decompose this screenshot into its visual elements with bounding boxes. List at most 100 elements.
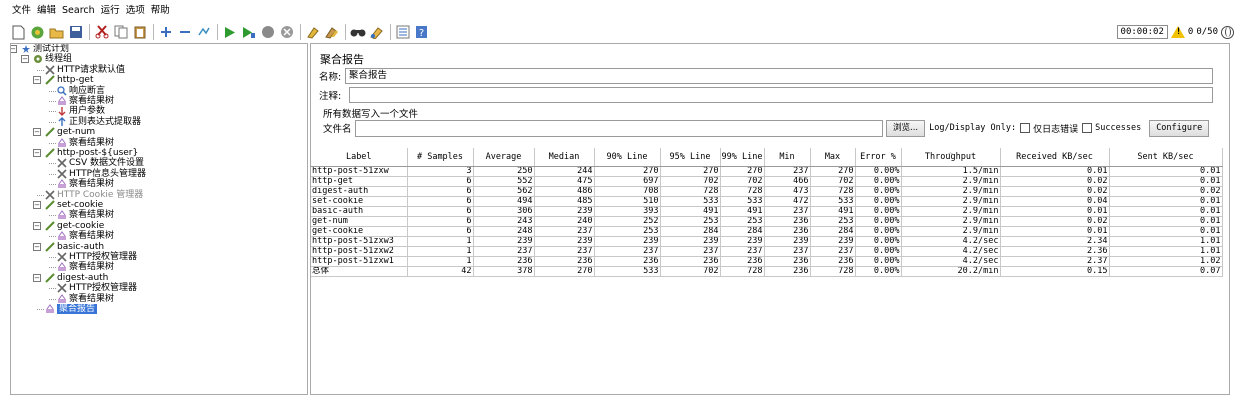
menu-search[interactable]: Search <box>62 0 95 21</box>
tree-node[interactable]: HTTP信息头管理器 <box>57 169 146 179</box>
cut-icon[interactable] <box>93 24 110 41</box>
tree-node[interactable]: set-cookie <box>45 200 103 210</box>
tree-node[interactable]: 正则表达式提取器 <box>57 117 141 127</box>
tree-toggle[interactable]: − <box>33 273 41 282</box>
tree-node[interactable]: HTTP授权管理器 <box>57 252 137 262</box>
table-row[interactable]: http-post-51zxw3 1 239 239 239 239 239 239 239 0.… <box>311 236 1223 247</box>
remote-globe-icon[interactable] <box>1221 25 1234 39</box>
tree-node[interactable]: 察看结果树 <box>57 179 114 189</box>
table-row[interactable]: basic-auth 6 306 239 393 491 491 237 491 0.00% 2.9… <box>311 206 1223 217</box>
tree-node[interactable]: 聚合报告 <box>45 304 98 314</box>
table-cell: 237 <box>660 246 721 257</box>
clear-icon[interactable] <box>304 24 321 41</box>
tree-node[interactable]: HTTP Cookie 管理器 <box>45 190 143 200</box>
column-header[interactable]: 99% Line <box>720 148 765 167</box>
tree-node[interactable]: 响应断言 <box>57 86 105 96</box>
tree-toggle[interactable]: − <box>33 76 41 85</box>
column-header[interactable]: Median <box>534 148 595 167</box>
open-icon[interactable] <box>48 24 65 41</box>
name-input[interactable]: 聚合报告 <box>345 68 1213 84</box>
tree-toggle[interactable]: − <box>21 55 29 64</box>
function-helper-icon[interactable] <box>394 24 411 41</box>
tree-toggle[interactable]: − <box>33 201 41 209</box>
table-row[interactable]: http-post-51zxw 3 250 244 270 270 270 237 270 0.0… <box>311 166 1223 177</box>
table-row[interactable]: set-cookie 6 494 485 510 533 533 472 533 0.00% 2.9… <box>311 196 1223 207</box>
menu-options[interactable]: 选项 <box>126 0 145 21</box>
save-icon[interactable] <box>67 24 84 41</box>
test-plan-tree[interactable]: − 测试计划 − 线程组 HTTP请求默认值 − http-get 响应断言 察看结果树 用户参数… <box>10 43 308 395</box>
tree-node[interactable]: 线程组 <box>33 54 72 64</box>
table-cell: 2.9/min <box>901 196 1001 207</box>
stop-icon[interactable] <box>259 24 276 41</box>
tree-node[interactable]: http-get <box>45 75 94 85</box>
menu-edit[interactable]: 编辑 <box>37 0 56 21</box>
browse-button[interactable]: 浏览... <box>886 119 926 137</box>
tree-node[interactable]: 察看结果树 <box>57 231 114 241</box>
comment-input[interactable] <box>349 87 1213 103</box>
table-row[interactable]: get-num 6 243 240 252 253 253 236 253 0.00% 2.9/mi… <box>311 216 1223 227</box>
copy-icon[interactable] <box>112 24 129 41</box>
search-icon[interactable] <box>349 24 366 41</box>
column-header[interactable]: Received KB/sec <box>1000 148 1110 167</box>
table-row[interactable]: http-get 6 552 475 697 702 702 466 702 0.00% 2.9/m… <box>311 176 1223 187</box>
column-header[interactable]: Label <box>311 148 408 167</box>
tree-node[interactable]: get-cookie <box>45 221 104 231</box>
configure-button[interactable]: Configure <box>1149 119 1210 137</box>
column-header[interactable]: Sent KB/sec <box>1109 148 1223 167</box>
table-row[interactable]: 总体 42 378 270 533 702 728 236 728 0.00% 20.2/min 0.… <box>311 266 1223 277</box>
filename-input[interactable] <box>355 119 883 137</box>
expand-icon[interactable] <box>157 24 174 41</box>
column-header[interactable]: Error % <box>855 148 902 167</box>
column-header[interactable]: 95% Line <box>660 148 721 167</box>
tree-node[interactable]: HTTP授权管理器 <box>57 283 137 293</box>
tree-node[interactable]: 察看结果树 <box>57 210 114 220</box>
column-header[interactable]: Max <box>810 148 856 167</box>
column-header[interactable]: 90% Line <box>594 148 661 167</box>
column-header[interactable]: Throughput ︿ <box>901 148 1001 167</box>
table-row[interactable]: http-post-51zxw2 1 237 237 237 237 237 237 237 0.… <box>311 246 1223 257</box>
column-header[interactable]: # Samples <box>407 148 474 167</box>
new-icon[interactable] <box>10 24 27 41</box>
menu-help[interactable]: 帮助 <box>151 0 170 21</box>
tree-node[interactable]: 测试计划 <box>21 44 69 54</box>
tree-node[interactable]: 察看结果树 <box>57 96 114 106</box>
tree-toggle[interactable]: − <box>33 149 41 157</box>
clear-all-icon[interactable] <box>323 24 340 41</box>
reset-search-icon[interactable] <box>368 24 385 41</box>
tree-node[interactable]: 察看结果树 <box>57 138 114 148</box>
collapse-icon[interactable] <box>176 24 193 41</box>
tree-toggle[interactable]: − <box>33 242 41 251</box>
warning-icon[interactable] <box>1170 26 1185 38</box>
table-row[interactable]: digest-auth 6 562 486 708 728 728 473 728 0.00% 2.… <box>311 186 1223 197</box>
tree-toggle[interactable]: − <box>33 128 41 137</box>
tree-node[interactable]: 察看结果树 <box>57 294 114 304</box>
tree-toggle[interactable]: − <box>11 45 17 53</box>
paste-icon[interactable] <box>131 24 148 41</box>
tree-node[interactable]: HTTP请求默认值 <box>45 65 125 75</box>
table-cell: 239 <box>534 236 595 247</box>
tree-node[interactable]: basic-auth <box>45 242 104 252</box>
errors-only-checkbox[interactable] <box>1020 123 1031 133</box>
start-icon[interactable] <box>221 24 238 41</box>
tree-node[interactable]: http-post-${user} <box>45 148 138 158</box>
table-row[interactable]: get-cookie 6 248 237 253 284 284 236 284 0.00% 2.9… <box>311 226 1223 237</box>
start-no-pause-icon[interactable] <box>240 24 257 41</box>
results-table-container[interactable]: Label # Samples Average Median 90% Line 95% L… <box>311 148 1229 394</box>
table-cell: 0.02 <box>1000 216 1110 227</box>
toggle-icon[interactable] <box>195 24 212 41</box>
tree-node[interactable]: get-num <box>45 127 95 137</box>
tree-toggle[interactable]: − <box>33 221 41 230</box>
menu-run[interactable]: 运行 <box>101 0 120 21</box>
menu-file[interactable]: 文件 <box>12 0 31 21</box>
column-header[interactable]: Average <box>473 148 535 167</box>
help-icon[interactable]: ? <box>413 24 430 41</box>
tree-node[interactable]: CSV 数据文件设置 <box>57 158 144 168</box>
tree-node[interactable]: digest-auth <box>45 273 108 283</box>
tree-node[interactable]: 察看结果树 <box>57 262 114 272</box>
table-row[interactable]: http-post-51zxw1 1 236 236 236 236 236 236 236 0.… <box>311 256 1223 267</box>
tree-node[interactable]: 用户参数 <box>57 106 105 116</box>
column-header[interactable]: Min <box>764 148 811 167</box>
successes-checkbox[interactable] <box>1082 123 1093 133</box>
templates-icon[interactable] <box>29 24 46 41</box>
shutdown-icon[interactable] <box>278 24 295 41</box>
